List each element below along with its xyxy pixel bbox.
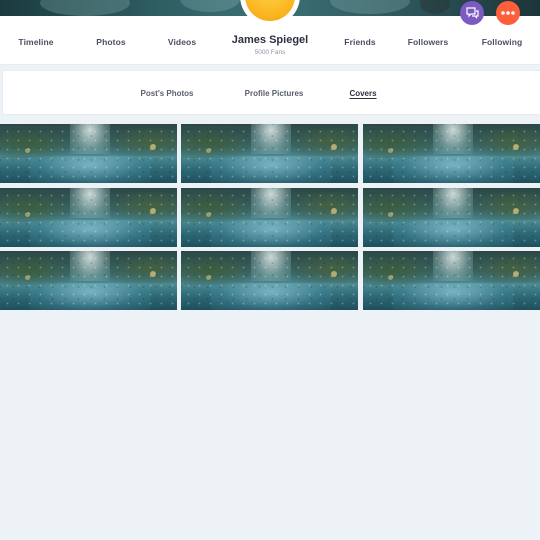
more-dots-icon bbox=[501, 11, 515, 15]
tab-covers[interactable]: Covers bbox=[349, 89, 376, 98]
profile-avatar[interactable] bbox=[240, 0, 300, 26]
nav-timeline[interactable]: Timeline bbox=[18, 37, 53, 47]
nav-following[interactable]: Following bbox=[482, 37, 523, 47]
chat-bubble-icon bbox=[465, 7, 479, 19]
cover-photo[interactable] bbox=[181, 251, 358, 310]
photo-album-tabs: Post's Photos Profile Pictures Covers bbox=[2, 70, 540, 115]
fan-count: 5000 Fans bbox=[254, 49, 286, 56]
profile-name[interactable]: James Spiegel bbox=[232, 34, 308, 46]
cover-photo[interactable] bbox=[0, 124, 177, 183]
nav-followers[interactable]: Followers bbox=[408, 37, 449, 47]
cover-photo[interactable] bbox=[363, 188, 540, 247]
cover-photo[interactable] bbox=[0, 251, 177, 310]
cover-photo[interactable] bbox=[0, 188, 177, 247]
nav-photos[interactable]: Photos bbox=[96, 37, 125, 47]
tab-posts-photos[interactable]: Post's Photos bbox=[140, 89, 193, 98]
nav-friends[interactable]: Friends bbox=[344, 37, 375, 47]
nav-videos[interactable]: Videos bbox=[168, 37, 196, 47]
chat-button[interactable] bbox=[460, 1, 484, 25]
tab-profile-pictures[interactable]: Profile Pictures bbox=[245, 89, 304, 98]
more-options-button[interactable] bbox=[496, 1, 520, 25]
cover-photo[interactable] bbox=[363, 124, 540, 183]
cover-photo[interactable] bbox=[181, 188, 358, 247]
cover-photo[interactable] bbox=[363, 251, 540, 310]
cover-photo[interactable] bbox=[181, 124, 358, 183]
